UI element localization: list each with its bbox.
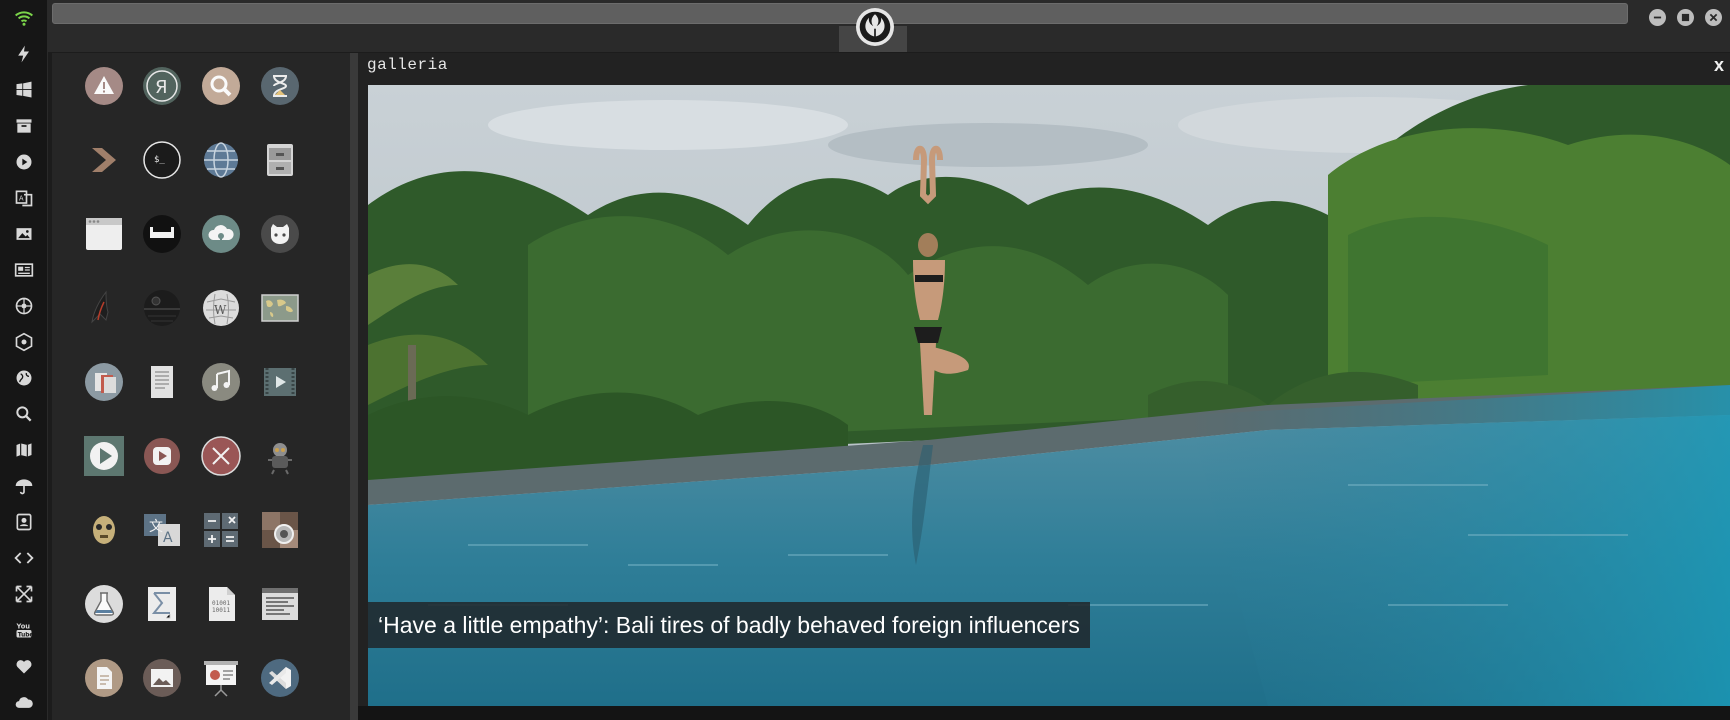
expand-icon[interactable] [12,582,36,606]
terminal-icon[interactable]: $_ [142,140,182,180]
svg-text:A: A [19,195,24,203]
svg-text:10011: 10011 [212,607,230,614]
presentation-icon[interactable] [201,658,241,698]
svg-text:Я: Я [155,77,168,98]
svg-text:$_: $_ [154,155,165,165]
desktop: A You Tube Я $_ W 文 A 01001 10011 galler… [0,0,1730,720]
wifi-icon[interactable] [12,6,36,30]
tie-fighter-icon[interactable] [142,214,182,254]
yandex-icon[interactable]: Я [142,66,182,106]
close-circle-icon[interactable] [201,436,241,476]
play-icon[interactable] [12,150,36,174]
map-icon[interactable] [12,438,36,462]
gallery-title: galleria [367,56,448,74]
close-icon [1709,13,1718,22]
bolt-icon[interactable] [12,42,36,66]
svg-text:A: A [163,530,173,546]
c3po-icon[interactable] [84,510,124,550]
github-icon[interactable] [260,214,300,254]
close-button[interactable] [1705,9,1722,26]
media-player-icon[interactable] [142,436,182,476]
heart-icon[interactable] [12,654,36,678]
play-button-icon[interactable] [84,436,124,476]
notes-icon[interactable] [84,658,124,698]
binary-file-icon[interactable]: 01001 10011 [201,584,241,624]
globe-icon[interactable] [201,140,241,180]
image-icon[interactable] [12,222,36,246]
hourglass-icon[interactable] [260,66,300,106]
document-icon[interactable] [142,362,182,402]
photo-viewer-icon[interactable] [260,510,300,550]
translate-icon[interactable]: A [12,186,36,210]
launcher-divider[interactable] [350,53,358,720]
gallery-window: galleria x ‘Have a little empathy’: Bali… [358,53,1730,720]
sigma-icon[interactable] [142,584,182,624]
cloud-icon[interactable] [12,690,36,714]
search-icon[interactable] [12,402,36,426]
news-icon[interactable] [12,258,36,282]
rebel-icon[interactable] [12,294,36,318]
address-bar[interactable] [52,3,1628,24]
maximize-button[interactable] [1677,9,1694,26]
globe-icon[interactable] [12,366,36,390]
translate-icon[interactable]: 文A [142,510,182,550]
minimize-button[interactable] [1649,9,1666,26]
minimize-icon [1653,16,1662,19]
file-cabinet-icon[interactable] [260,140,300,180]
contacts-icon[interactable] [12,510,36,534]
svg-text:文: 文 [149,519,163,535]
music-icon[interactable] [201,362,241,402]
svg-text:You: You [16,622,31,630]
death-star-icon[interactable] [142,288,182,328]
calculator-icon[interactable] [201,510,241,550]
world-map-icon[interactable] [260,288,300,328]
warning-icon[interactable] [84,66,124,106]
flask-icon[interactable] [84,584,124,624]
archive-icon[interactable] [12,114,36,138]
image-icon[interactable] [142,658,182,698]
file-manager-icon[interactable] [84,362,124,402]
starfleet-icon[interactable] [84,288,124,328]
gallery-close-button[interactable]: x [1714,55,1724,76]
left-dock: A You Tube [0,0,48,720]
robot-icon[interactable] [260,436,300,476]
window-icon[interactable] [84,214,124,254]
search-icon[interactable] [201,66,241,106]
umbrella-icon[interactable] [12,474,36,498]
windows-icon[interactable] [12,78,36,102]
text-editor-icon[interactable] [260,584,300,624]
svg-text:01001: 01001 [212,600,230,607]
empire-icon[interactable] [12,330,36,354]
code-icon[interactable] [12,546,36,570]
wikipedia-icon[interactable]: W [201,288,241,328]
svg-text:Tube: Tube [18,632,34,638]
rebel-alliance-icon[interactable] [856,8,894,46]
app-launcher: Я $_ W 文A 01001 10011 [52,53,350,720]
gallery-footer [358,706,1730,720]
photo-caption: ‘Have a little empathy’: Bali tires of b… [368,602,1090,648]
svg-text:W: W [214,303,227,317]
video-icon[interactable] [260,362,300,402]
vscode-icon[interactable] [260,658,300,698]
maximize-icon [1681,13,1690,22]
youtube-icon[interactable]: You Tube [12,618,36,642]
cloud-upload-icon[interactable] [201,214,241,254]
top-bar [48,0,1730,52]
chevron-icon[interactable] [84,140,124,180]
